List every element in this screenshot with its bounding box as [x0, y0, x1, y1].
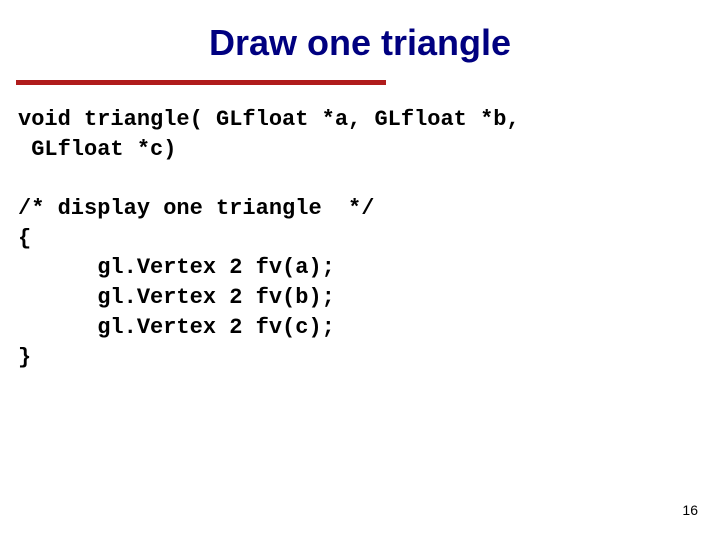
code-block: void triangle( GLfloat *a, GLfloat *b, G… [0, 85, 720, 372]
page-number: 16 [682, 502, 698, 518]
slide-title: Draw one triangle [209, 22, 511, 64]
